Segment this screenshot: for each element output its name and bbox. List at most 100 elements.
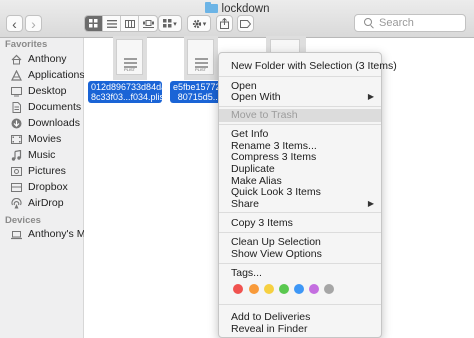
search-field[interactable]: Search (354, 14, 466, 32)
menu-item-new-folder-with-selection[interactable]: New Folder with Selection (3 Items) (219, 60, 397, 72)
submenu-arrow-icon: ▶ (367, 92, 374, 101)
sidebar-item-music[interactable]: Music (0, 147, 84, 163)
sidebar-item-label: Anthony (28, 53, 67, 65)
tag-gray-dot[interactable] (324, 284, 334, 294)
menu-separator (219, 263, 381, 264)
sidebar-item-documents[interactable]: Documents (0, 99, 84, 115)
menu-item-label: Add to Deliveries (231, 311, 311, 323)
sidebar-item-label: Music (28, 149, 56, 161)
forward-button[interactable]: › (25, 15, 42, 32)
sidebar-item-label: Applications (28, 69, 84, 81)
arrange-button[interactable]: ▾ (158, 15, 182, 32)
columns-icon (124, 19, 135, 28)
tag-yellow-dot[interactable] (264, 284, 274, 294)
action-button[interactable]: ▾ (187, 15, 211, 32)
cover-flow-icon (142, 19, 154, 28)
home-icon (11, 54, 22, 65)
menu-item-copy[interactable]: Copy 3 Items (219, 217, 381, 229)
tag-icon (240, 19, 251, 28)
menu-item-share[interactable]: Share ▶ (219, 198, 381, 210)
menu-item-quick-look[interactable]: Quick Look 3 Items (219, 186, 381, 198)
airdrop-icon (11, 197, 22, 209)
menu-separator (219, 76, 381, 77)
icon-view-button[interactable] (85, 16, 103, 31)
file-item[interactable]: PLIST 012d896733d84da 8c33f03...f034.pli… (86, 36, 167, 106)
menu-item-label: Clean Up Selection (231, 236, 321, 248)
back-arrow-icon: ‹ (12, 15, 17, 32)
file-name-line: 8c33f03...f034.plist (91, 92, 167, 102)
tag-purple-dot[interactable] (309, 284, 319, 294)
menu-item-label: Share (231, 198, 260, 210)
sidebar-item-label: Pictures (28, 165, 66, 177)
pictures-icon (11, 166, 22, 177)
sidebar-item-device[interactable]: Anthony's M... (0, 226, 84, 242)
menu-item-label: New Folder with Selection (3 Items) (231, 60, 397, 72)
sidebar-item-label: Dropbox (28, 181, 68, 193)
arrange-grid-icon (163, 19, 172, 28)
sidebar-item-anthony[interactable]: Anthony (0, 51, 84, 67)
tag-orange-dot[interactable] (249, 284, 259, 294)
menu-item-duplicate[interactable]: Duplicate (219, 163, 381, 175)
context-menu: New Folder with Selection (3 Items) Open… (218, 52, 397, 338)
column-view-button[interactable] (121, 16, 139, 31)
view-mode-control (84, 15, 158, 32)
share-button[interactable] (216, 15, 233, 32)
menu-separator (219, 304, 381, 305)
sidebar-item-desktop[interactable]: Desktop (0, 83, 84, 99)
menu-separator (219, 124, 381, 125)
menu-item-label: Copy 3 Items (231, 217, 293, 229)
menu-item-open-with[interactable]: Open With ▶ (219, 91, 381, 103)
menu-item-move-to-trash: Move to Trash (219, 109, 381, 122)
sidebar-item-label: Movies (28, 133, 62, 145)
menu-item-label: Compress 3 Items (231, 151, 317, 163)
sidebar-item-pictures[interactable]: Pictures (0, 163, 84, 179)
forward-arrow-icon: › (31, 15, 36, 32)
documents-icon (11, 101, 22, 113)
menu-item-add-to-deliveries[interactable]: Add to Deliveries (219, 311, 381, 323)
list-view-button[interactable] (103, 16, 121, 31)
tag-blue-dot[interactable] (294, 284, 304, 294)
menu-item-label: Show View Options (231, 248, 322, 260)
chevron-down-icon: ▾ (202, 20, 207, 28)
music-icon (11, 149, 22, 161)
menu-item-reveal-in-finder[interactable]: Reveal in Finder (219, 323, 381, 335)
file-icon-label: PLIST (194, 67, 207, 72)
sidebar-favorites-header: Favorites (5, 39, 48, 50)
back-button[interactable]: ‹ (6, 15, 23, 32)
menu-item-label: Get Info (231, 128, 269, 140)
sidebar-item-downloads[interactable]: Downloads (0, 115, 84, 131)
sidebar-item-dropbox[interactable]: Dropbox (0, 179, 84, 195)
menu-separator (219, 212, 381, 213)
tag-green-dot[interactable] (279, 284, 289, 294)
gear-icon (192, 19, 201, 28)
menu-item-label: Open With (231, 91, 281, 103)
menu-item-get-info[interactable]: Get Info (219, 128, 381, 140)
tag-red-dot[interactable] (233, 284, 243, 294)
menu-item-clean-up-selection[interactable]: Clean Up Selection (219, 236, 381, 248)
list-icon (106, 19, 117, 28)
laptop-icon (11, 229, 22, 240)
sidebar-item-airdrop[interactable]: AirDrop (0, 195, 84, 211)
applications-icon (11, 69, 22, 81)
tags-button[interactable] (237, 15, 254, 32)
downloads-icon (11, 118, 22, 129)
menu-item-tags[interactable]: Tags... (219, 267, 381, 279)
window-toolbar: lockdown ‹ › ▾ ▾ Search (0, 0, 474, 38)
gallery-view-button[interactable] (139, 16, 157, 31)
plist-document-icon: PLIST (187, 39, 214, 75)
sidebar-item-movies[interactable]: Movies (0, 131, 84, 147)
search-icon (364, 18, 372, 26)
sidebar-item-applications[interactable]: Applications (0, 67, 84, 83)
menu-item-show-view-options[interactable]: Show View Options (219, 248, 381, 260)
menu-item-label: Tags... (231, 267, 262, 279)
file-name-line: 012d896733d84da (91, 82, 167, 92)
menu-item-label: Quick Look 3 Items (231, 186, 321, 198)
movies-icon (11, 134, 22, 145)
menu-item-compress[interactable]: Compress 3 Items (219, 151, 381, 163)
search-placeholder: Search (379, 17, 414, 29)
desktop-icon (11, 86, 22, 97)
plist-document-icon: PLIST (116, 39, 143, 75)
grid-icon (89, 19, 98, 28)
sidebar: Favorites Anthony Applications Desktop D… (0, 38, 84, 338)
chevron-down-icon: ▾ (173, 20, 177, 28)
